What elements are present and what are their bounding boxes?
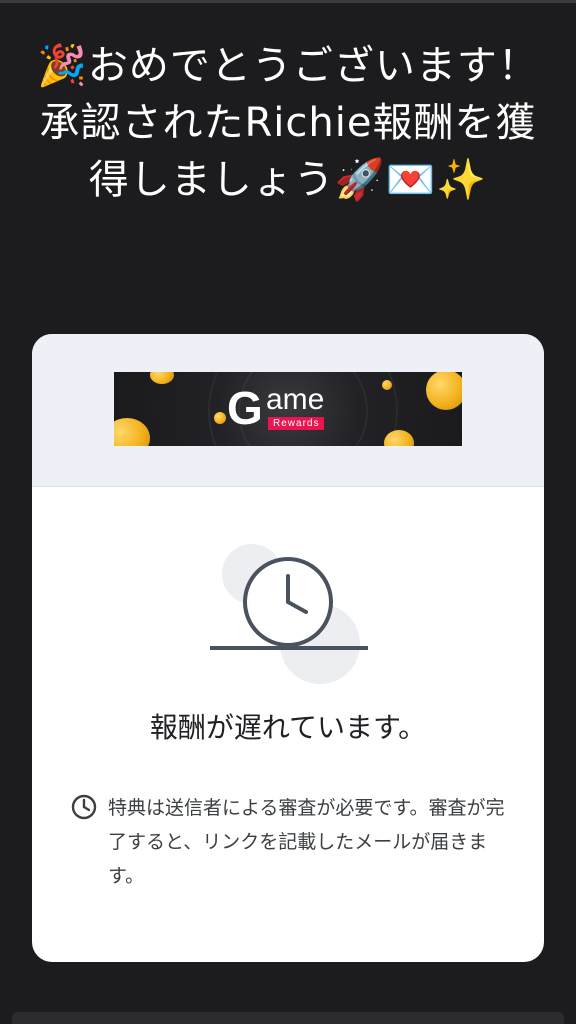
bottom-bar (12, 1012, 564, 1024)
clock-icon (70, 793, 98, 821)
logo-wordmark: ame (266, 383, 325, 416)
page-headline: 🎉おめでとうございます！承認されたRichie報酬を獲得しましょう🚀💌✨ (37, 43, 539, 203)
top-edge (0, 0, 576, 3)
status-title: 報酬が遅れています。 (149, 711, 427, 744)
coin-icon (426, 372, 462, 410)
coin-icon (214, 412, 226, 424)
reward-card: G ame Rewards 報酬が遅れています。 特典は送信者による審査が必要で… (32, 334, 544, 962)
logo-initial: G (227, 382, 263, 434)
review-note: 特典は送信者による審査が必要です。審査が完了すると、リンクを記載したメールが届き… (108, 797, 505, 887)
coin-icon (114, 418, 150, 446)
game-rewards-banner: G ame Rewards (114, 372, 462, 446)
coin-icon (150, 372, 174, 384)
card-header: G ame Rewards (32, 334, 544, 487)
logo-subtitle: Rewards (268, 417, 325, 430)
coin-icon (384, 430, 414, 446)
clock-icon (210, 538, 370, 688)
coin-icon (382, 380, 392, 390)
